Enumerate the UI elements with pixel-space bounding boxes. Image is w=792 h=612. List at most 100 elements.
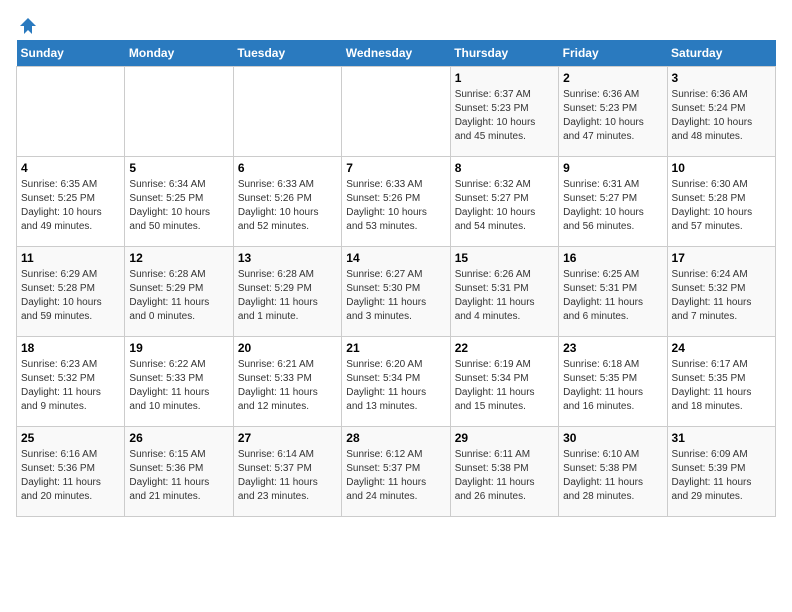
calendar-cell: 13 Sunrise: 6:28 AM Sunset: 5:29 PM Dayli… (233, 247, 341, 337)
day-info: Sunrise: 6:17 AM Sunset: 5:35 PM Dayligh… (672, 358, 771, 414)
day-number: 8 (455, 161, 554, 175)
calendar-cell: 29 Sunrise: 6:11 AM Sunset: 5:38 PM Dayli… (450, 427, 558, 517)
day-number: 26 (129, 431, 228, 445)
weekday-header: Saturday (667, 40, 775, 67)
calendar-cell: 23 Sunrise: 6:18 AM Sunset: 5:35 PM Dayli… (559, 337, 667, 427)
calendar-cell: 27 Sunrise: 6:14 AM Sunset: 5:37 PM Dayli… (233, 427, 341, 517)
calendar-cell: 15 Sunrise: 6:26 AM Sunset: 5:31 PM Dayli… (450, 247, 558, 337)
calendar-cell: 14Sunrise: 6:27 AM Sunset: 5:30 PM Dayli… (342, 247, 450, 337)
day-number: 15 (455, 251, 554, 265)
calendar-header-row: SundayMondayTuesdayWednesdayThursdayFrid… (17, 40, 776, 67)
day-info: Sunrise: 6:24 AM Sunset: 5:32 PM Dayligh… (672, 268, 771, 324)
day-info: Sunrise: 6:14 AM Sunset: 5:37 PM Dayligh… (238, 448, 337, 504)
day-info: Sunrise: 6:11 AM Sunset: 5:38 PM Dayligh… (455, 448, 554, 504)
day-info: Sunrise: 6:35 AM Sunset: 5:25 PM Dayligh… (21, 178, 120, 234)
day-number: 13 (238, 251, 337, 265)
calendar-cell: 4Sunrise: 6:35 AM Sunset: 5:25 PM Daylig… (17, 157, 125, 247)
calendar-cell: 5 Sunrise: 6:34 AM Sunset: 5:25 PM Daylig… (125, 157, 233, 247)
day-info: Sunrise: 6:21 AM Sunset: 5:33 PM Dayligh… (238, 358, 337, 414)
day-number: 17 (672, 251, 771, 265)
day-number: 14 (346, 251, 445, 265)
calendar-cell: 31 Sunrise: 6:09 AM Sunset: 5:39 PM Dayli… (667, 427, 775, 517)
weekday-header: Monday (125, 40, 233, 67)
weekday-header: Thursday (450, 40, 558, 67)
calendar-week-row: 25Sunrise: 6:16 AM Sunset: 5:36 PM Dayli… (17, 427, 776, 517)
day-number: 27 (238, 431, 337, 445)
day-info: Sunrise: 6:26 AM Sunset: 5:31 PM Dayligh… (455, 268, 554, 324)
calendar-cell (342, 67, 450, 157)
calendar-cell: 24 Sunrise: 6:17 AM Sunset: 5:35 PM Dayli… (667, 337, 775, 427)
calendar-cell: 22 Sunrise: 6:19 AM Sunset: 5:34 PM Dayli… (450, 337, 558, 427)
day-number: 29 (455, 431, 554, 445)
day-info: Sunrise: 6:25 AM Sunset: 5:31 PM Dayligh… (563, 268, 662, 324)
day-number: 11 (21, 251, 120, 265)
day-number: 25 (21, 431, 120, 445)
day-number: 2 (563, 71, 662, 85)
day-number: 28 (346, 431, 445, 445)
day-info: Sunrise: 6:31 AM Sunset: 5:27 PM Dayligh… (563, 178, 662, 234)
calendar-cell: 7 Sunrise: 6:33 AM Sunset: 5:26 PM Daylig… (342, 157, 450, 247)
calendar-cell (233, 67, 341, 157)
calendar-body: 1 Sunrise: 6:37 AM Sunset: 5:23 PM Daylig… (17, 67, 776, 517)
day-info: Sunrise: 6:34 AM Sunset: 5:25 PM Dayligh… (129, 178, 228, 234)
day-number: 18 (21, 341, 120, 355)
calendar-cell (17, 67, 125, 157)
logo-icon (18, 16, 38, 36)
day-info: Sunrise: 6:12 AM Sunset: 5:37 PM Dayligh… (346, 448, 445, 504)
day-number: 10 (672, 161, 771, 175)
day-number: 19 (129, 341, 228, 355)
day-number: 21 (346, 341, 445, 355)
day-info: Sunrise: 6:22 AM Sunset: 5:33 PM Dayligh… (129, 358, 228, 414)
weekday-header: Sunday (17, 40, 125, 67)
day-number: 5 (129, 161, 228, 175)
day-number: 23 (563, 341, 662, 355)
day-info: Sunrise: 6:18 AM Sunset: 5:35 PM Dayligh… (563, 358, 662, 414)
calendar-week-row: 18Sunrise: 6:23 AM Sunset: 5:32 PM Dayli… (17, 337, 776, 427)
calendar-cell: 16 Sunrise: 6:25 AM Sunset: 5:31 PM Dayli… (559, 247, 667, 337)
calendar-cell: 26 Sunrise: 6:15 AM Sunset: 5:36 PM Dayli… (125, 427, 233, 517)
day-info: Sunrise: 6:15 AM Sunset: 5:36 PM Dayligh… (129, 448, 228, 504)
day-number: 7 (346, 161, 445, 175)
day-info: Sunrise: 6:32 AM Sunset: 5:27 PM Dayligh… (455, 178, 554, 234)
day-number: 6 (238, 161, 337, 175)
day-info: Sunrise: 6:28 AM Sunset: 5:29 PM Dayligh… (129, 268, 228, 324)
calendar-cell: 10 Sunrise: 6:30 AM Sunset: 5:28 PM Dayli… (667, 157, 775, 247)
day-info: Sunrise: 6:20 AM Sunset: 5:34 PM Dayligh… (346, 358, 445, 414)
weekday-header: Wednesday (342, 40, 450, 67)
day-number: 16 (563, 251, 662, 265)
calendar-cell: 3Sunrise: 6:36 AM Sunset: 5:24 PM Daylig… (667, 67, 775, 157)
calendar-table: SundayMondayTuesdayWednesdayThursdayFrid… (16, 40, 776, 517)
day-number: 3 (672, 71, 771, 85)
calendar-cell: 18Sunrise: 6:23 AM Sunset: 5:32 PM Dayli… (17, 337, 125, 427)
day-number: 22 (455, 341, 554, 355)
day-info: Sunrise: 6:33 AM Sunset: 5:26 PM Dayligh… (346, 178, 445, 234)
calendar-cell: 12 Sunrise: 6:28 AM Sunset: 5:29 PM Dayli… (125, 247, 233, 337)
day-info: Sunrise: 6:36 AM Sunset: 5:23 PM Dayligh… (563, 88, 662, 144)
day-number: 9 (563, 161, 662, 175)
calendar-cell: 1 Sunrise: 6:37 AM Sunset: 5:23 PM Daylig… (450, 67, 558, 157)
weekday-header: Tuesday (233, 40, 341, 67)
calendar-week-row: 1 Sunrise: 6:37 AM Sunset: 5:23 PM Daylig… (17, 67, 776, 157)
calendar-cell: 11 Sunrise: 6:29 AM Sunset: 5:28 PM Dayli… (17, 247, 125, 337)
day-number: 12 (129, 251, 228, 265)
calendar-cell (125, 67, 233, 157)
calendar-cell: 9 Sunrise: 6:31 AM Sunset: 5:27 PM Daylig… (559, 157, 667, 247)
day-info: Sunrise: 6:09 AM Sunset: 5:39 PM Dayligh… (672, 448, 771, 504)
calendar-cell: 28 Sunrise: 6:12 AM Sunset: 5:37 PM Dayli… (342, 427, 450, 517)
day-info: Sunrise: 6:29 AM Sunset: 5:28 PM Dayligh… (21, 268, 120, 324)
calendar-cell: 6Sunrise: 6:33 AM Sunset: 5:26 PM Daylig… (233, 157, 341, 247)
day-info: Sunrise: 6:10 AM Sunset: 5:38 PM Dayligh… (563, 448, 662, 504)
calendar-cell: 17 Sunrise: 6:24 AM Sunset: 5:32 PM Dayli… (667, 247, 775, 337)
calendar-week-row: 4Sunrise: 6:35 AM Sunset: 5:25 PM Daylig… (17, 157, 776, 247)
day-info: Sunrise: 6:19 AM Sunset: 5:34 PM Dayligh… (455, 358, 554, 414)
weekday-header: Friday (559, 40, 667, 67)
day-number: 24 (672, 341, 771, 355)
calendar-week-row: 11 Sunrise: 6:29 AM Sunset: 5:28 PM Dayli… (17, 247, 776, 337)
day-info: Sunrise: 6:37 AM Sunset: 5:23 PM Dayligh… (455, 88, 554, 144)
day-info: Sunrise: 6:30 AM Sunset: 5:28 PM Dayligh… (672, 178, 771, 234)
day-number: 1 (455, 71, 554, 85)
calendar-cell: 8 Sunrise: 6:32 AM Sunset: 5:27 PM Daylig… (450, 157, 558, 247)
day-number: 31 (672, 431, 771, 445)
day-info: Sunrise: 6:28 AM Sunset: 5:29 PM Dayligh… (238, 268, 337, 324)
day-number: 20 (238, 341, 337, 355)
